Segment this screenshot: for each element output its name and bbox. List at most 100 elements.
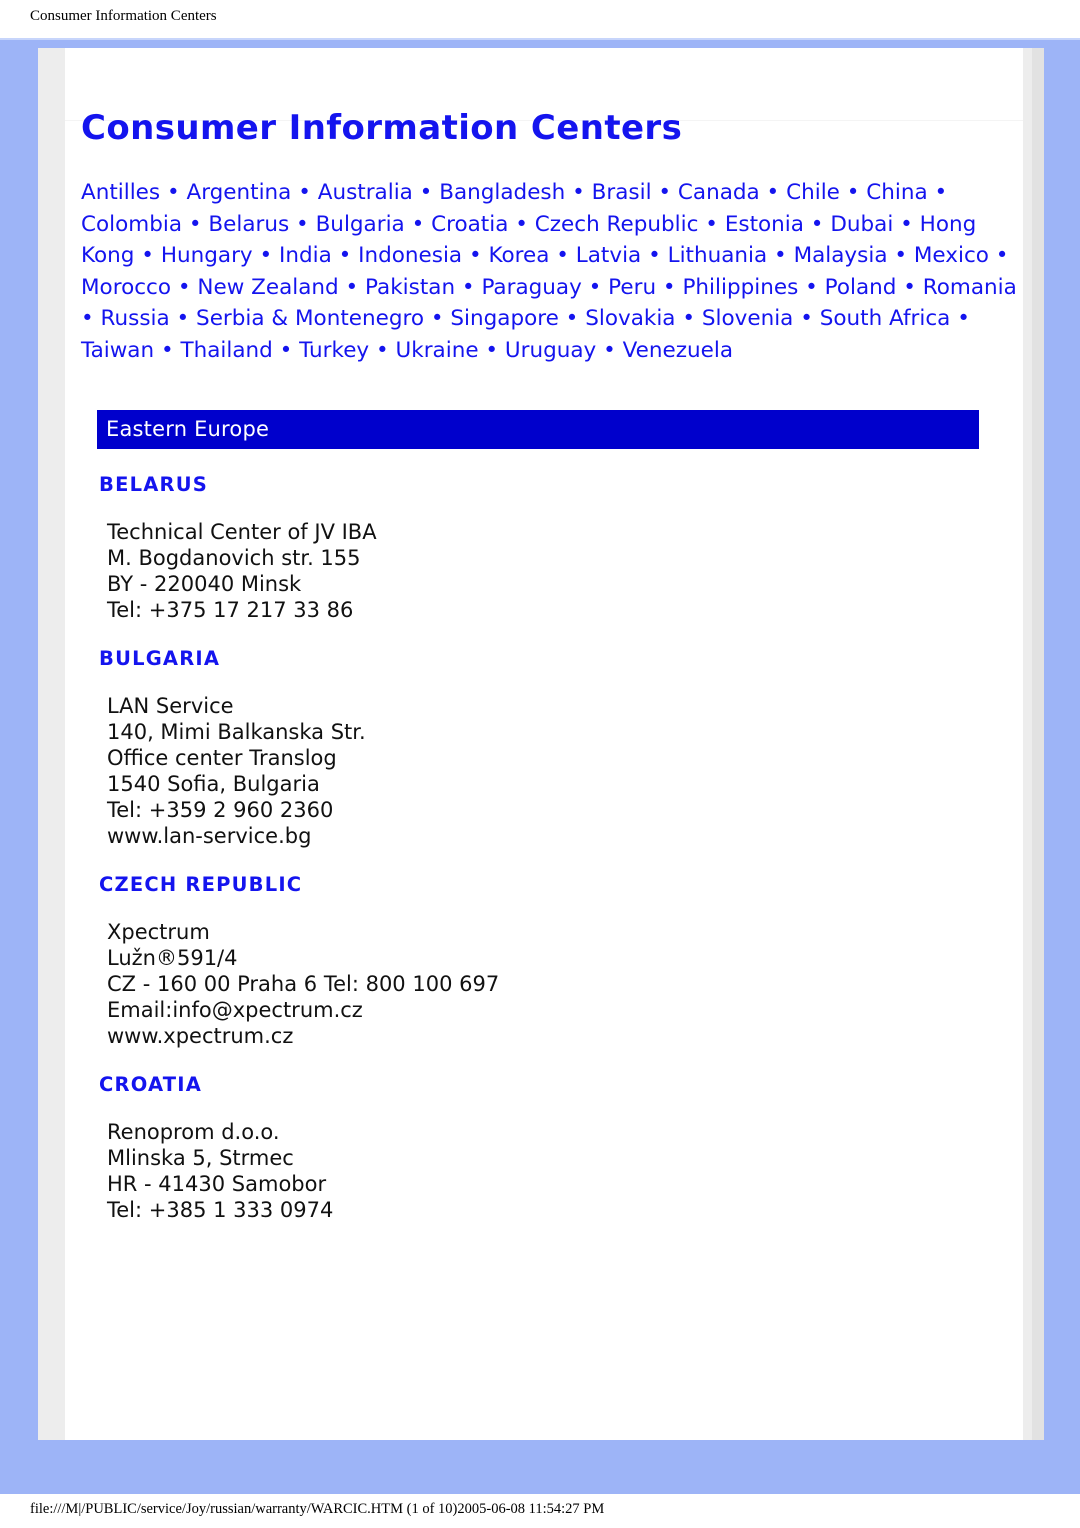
country-index-link[interactable]: Argentina <box>186 180 291 205</box>
country-index-separator: • <box>798 274 825 300</box>
country-index-separator: • <box>291 180 318 206</box>
country-index-link[interactable]: Singapore <box>450 306 558 331</box>
country-index-link[interactable]: Mexico <box>914 243 989 268</box>
country-index-separator: • <box>404 211 432 237</box>
country-index-link[interactable]: Czech Republic <box>535 212 699 237</box>
country-index-link[interactable]: South Africa <box>820 306 951 331</box>
country-index-separator: • <box>154 337 181 363</box>
country-index-separator: • <box>893 211 920 237</box>
country-index-link[interactable]: Bulgaria <box>316 212 405 237</box>
country-index-link[interactable]: Turkey <box>299 338 369 363</box>
country-index-separator: • <box>455 274 482 300</box>
country-index-separator: • <box>641 243 668 269</box>
country-index-separator: • <box>289 211 316 237</box>
country-index-link[interactable]: Croatia <box>431 212 508 237</box>
country-index-separator: • <box>272 337 300 363</box>
country-index-link[interactable]: India <box>279 243 332 268</box>
country-index-links: Antilles • Argentina • Australia • Bangl… <box>81 177 1021 366</box>
country-index-link[interactable]: Venezuela <box>623 338 733 363</box>
country-index-link[interactable]: Taiwan <box>81 338 154 363</box>
country-index-link[interactable]: Colombia <box>81 212 182 237</box>
country-index-separator: • <box>171 274 198 300</box>
country-index-link[interactable]: Romania <box>923 275 1017 300</box>
country-index-link[interactable]: Estonia <box>725 212 804 237</box>
country-index-link[interactable]: Philippines <box>682 275 798 300</box>
country-index-link[interactable]: Thailand <box>180 338 272 363</box>
country-index-link[interactable]: China <box>866 180 927 205</box>
country-address: Xpectrum Lužn®591/4 CZ - 160 00 Praha 6 … <box>107 920 500 1049</box>
country-index-link[interactable]: Morocco <box>81 275 171 300</box>
page-title: Consumer Information Centers <box>81 108 683 148</box>
country-address: LAN Service 140, Mimi Balkanska Str. Off… <box>107 694 366 849</box>
country-index-separator: • <box>508 211 535 237</box>
country-entry: BULGARIA LAN Service 140, Mimi Balkanska … <box>99 647 1013 849</box>
country-index-link[interactable]: Malaysia <box>794 243 888 268</box>
country-index-link[interactable]: Latvia <box>576 243 641 268</box>
country-index-separator: • <box>134 243 161 269</box>
browser-print-footer: file:///M|/PUBLIC/service/Joy/russian/wa… <box>0 1494 1080 1528</box>
region-list: Eastern Europe BELARUS Technical Center of… <box>81 410 1013 1223</box>
region-banner: Eastern Europe <box>97 410 979 450</box>
country-index-separator: • <box>331 243 359 269</box>
country-index-separator: • <box>478 337 505 363</box>
country-index-separator: • <box>596 337 623 363</box>
page-gray-mat-edge <box>1032 48 1044 1440</box>
country-index-link[interactable]: Lithuania <box>668 243 768 268</box>
country-index-link[interactable]: Chile <box>786 180 840 205</box>
country-address: Technical Center of JV IBA M. Bogdanovic… <box>107 520 377 623</box>
country-index-link[interactable]: Paraguay <box>481 275 581 300</box>
country-index-link[interactable]: Poland <box>825 275 897 300</box>
country-index-separator: • <box>988 243 1009 269</box>
country-index-separator: • <box>927 180 948 206</box>
country-index-link[interactable]: Uruguay <box>505 338 596 363</box>
country-index-separator: • <box>338 274 366 300</box>
country-index-separator: • <box>252 243 279 269</box>
country-index-separator: • <box>950 306 970 332</box>
country-index-separator: • <box>81 306 101 332</box>
country-index-link[interactable]: Dubai <box>830 212 893 237</box>
country-index-link[interactable]: Slovenia <box>702 306 794 331</box>
country-index-separator: • <box>412 180 440 206</box>
country-index-link[interactable]: Bangladesh <box>439 180 565 205</box>
country-index-link[interactable]: Peru <box>608 275 656 300</box>
country-index-link[interactable]: Australia <box>318 180 413 205</box>
country-index-link[interactable]: Hungary <box>161 243 253 268</box>
country-index-link[interactable]: Antilles <box>81 180 160 205</box>
document-body: Consumer Information Centers Antilles • … <box>73 48 1017 1440</box>
country-index-separator: • <box>369 337 396 363</box>
country-index-separator: • <box>558 306 586 332</box>
country-index-separator: • <box>549 243 576 269</box>
country-index-link[interactable]: Russia <box>101 306 170 331</box>
country-index-separator: • <box>896 274 923 300</box>
country-index-link[interactable]: Korea <box>488 243 549 268</box>
frame-top-hairline <box>0 38 1080 40</box>
country-index-link[interactable]: Brasil <box>592 180 652 205</box>
country-index-link[interactable]: Indonesia <box>358 243 462 268</box>
country-index-separator: • <box>767 243 794 269</box>
country-index-link[interactable]: New Zealand <box>197 275 338 300</box>
country-index-separator: • <box>169 306 197 332</box>
country-entry: CZECH REPUBLIC Xpectrum Lužn®591/4 CZ - 1… <box>99 873 1013 1049</box>
country-entry: BELARUS Technical Center of JV IBA M. Bog… <box>99 473 1013 623</box>
country-heading: CROATIA <box>99 1073 203 1097</box>
country-index-link[interactable]: Slovakia <box>585 306 675 331</box>
country-entry: CROATIA Renoprom d.o.o. Mlinska 5, Strmec… <box>99 1073 1013 1223</box>
country-index-link[interactable]: Belarus <box>208 212 289 237</box>
country-index-separator: • <box>581 274 609 300</box>
country-heading: BULGARIA <box>99 647 221 671</box>
country-index-link[interactable]: Ukraine <box>396 338 479 363</box>
country-index-separator: • <box>656 274 683 300</box>
country-heading: BELARUS <box>99 473 208 497</box>
country-index-link[interactable]: Canada <box>678 180 760 205</box>
country-index-link[interactable]: Serbia & Montenegro <box>196 306 424 331</box>
country-index-separator: • <box>182 211 209 237</box>
country-index-separator: • <box>675 306 702 332</box>
country-index-separator: • <box>803 211 831 237</box>
country-index-separator: • <box>160 180 187 206</box>
country-heading: CZECH REPUBLIC <box>99 873 303 897</box>
browser-print-header: Consumer Information Centers <box>0 0 1080 38</box>
country-index-link[interactable]: Pakistan <box>365 275 455 300</box>
country-index-separator: • <box>759 180 787 206</box>
country-index-separator: • <box>839 180 867 206</box>
page-sheet: Consumer Information Centers Antilles • … <box>65 48 1023 1440</box>
